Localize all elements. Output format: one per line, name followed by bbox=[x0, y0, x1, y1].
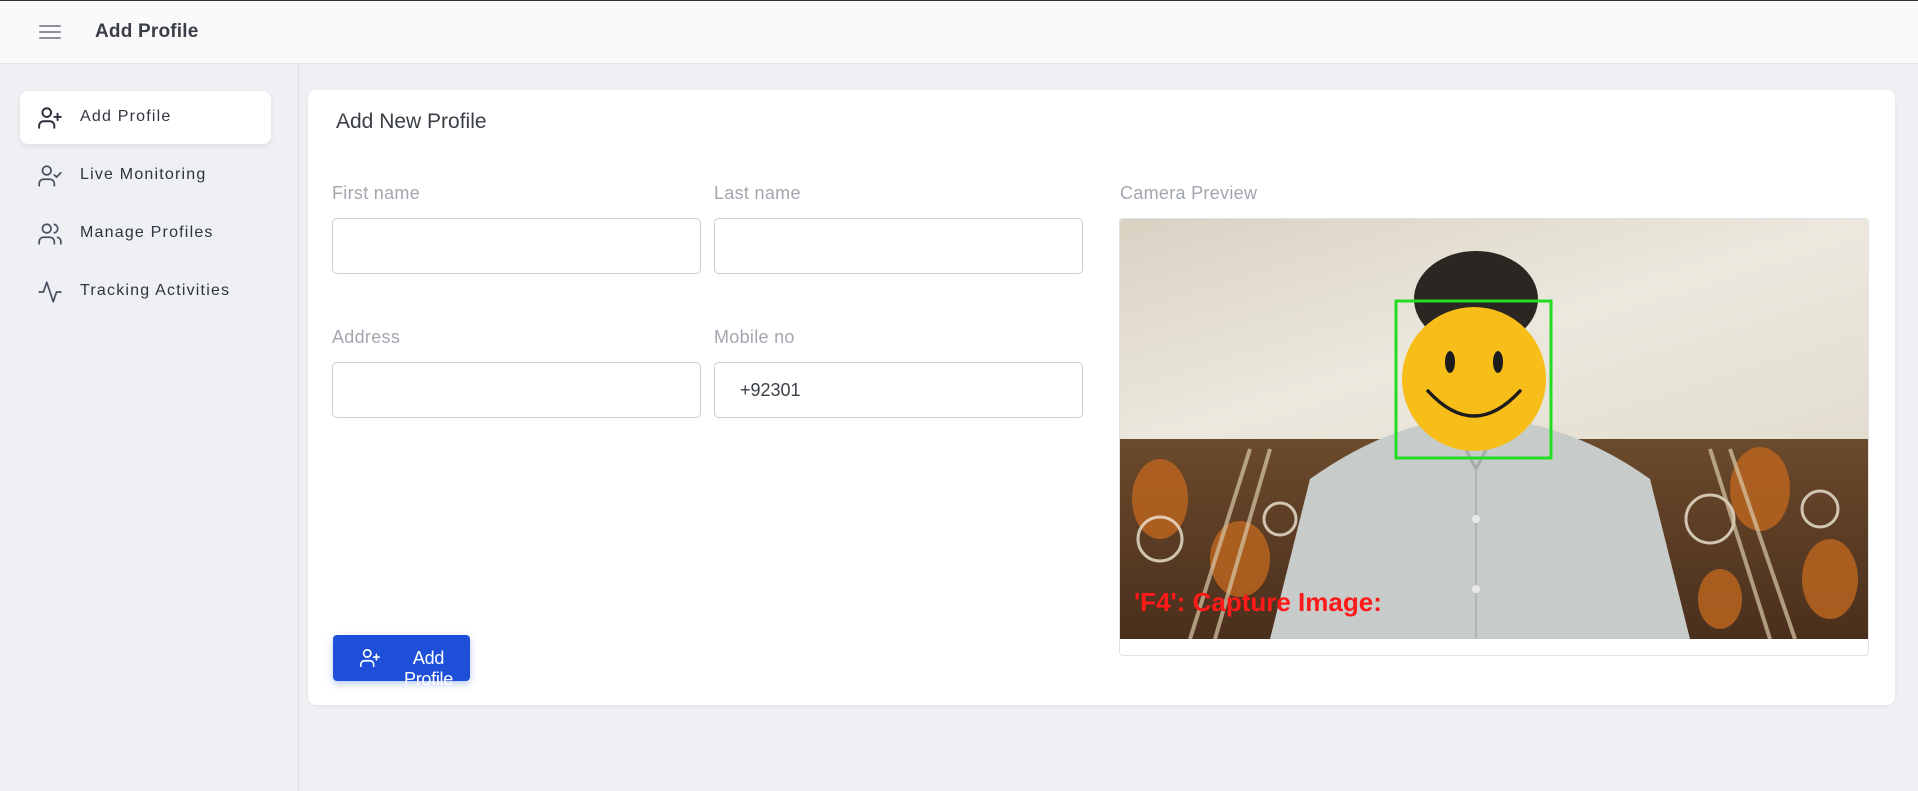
smiley-face-icon bbox=[1402, 307, 1546, 451]
sidebar-item-label: Manage Profiles bbox=[80, 224, 214, 241]
camera-feed-image: 'F4': Capture Image: bbox=[1120, 219, 1868, 639]
sidebar-item-label: Tracking Activities bbox=[80, 282, 231, 299]
top-header: Add Profile bbox=[0, 0, 1918, 64]
address-input[interactable] bbox=[332, 362, 701, 418]
last-name-label: Last name bbox=[714, 183, 801, 203]
last-name-input[interactable] bbox=[714, 218, 1083, 274]
sidebar-item-live-monitoring[interactable]: Live Monitoring bbox=[20, 149, 271, 202]
add-profile-card: Add New Profile First name Last name Add… bbox=[308, 90, 1895, 705]
first-name-input[interactable] bbox=[332, 218, 701, 274]
sidebar-item-tracking-activities[interactable]: Tracking Activities bbox=[20, 265, 271, 318]
user-check-icon bbox=[38, 165, 62, 187]
camera-preview: 'F4': Capture Image: bbox=[1119, 218, 1869, 656]
first-name-label: First name bbox=[332, 183, 421, 203]
card-title: Add New Profile bbox=[336, 110, 487, 133]
page-title: Add Profile bbox=[95, 21, 199, 42]
add-profile-button[interactable]: Add Profile bbox=[333, 635, 470, 689]
sidebar-item-add-profile[interactable]: Add Profile bbox=[20, 91, 271, 144]
user-plus-icon bbox=[360, 648, 380, 668]
sidebar: Add Profile Live Monitoring Manage Profi… bbox=[0, 65, 299, 791]
sidebar-item-manage-profiles[interactable]: Manage Profiles bbox=[20, 207, 271, 260]
mobile-label: Mobile no bbox=[714, 327, 795, 347]
user-plus-icon bbox=[38, 107, 62, 129]
address-label: Address bbox=[332, 327, 401, 347]
sidebar-item-label: Add Profile bbox=[80, 108, 172, 125]
add-profile-button-label: Add Profile bbox=[404, 648, 453, 689]
users-icon bbox=[38, 223, 62, 245]
activity-icon bbox=[38, 281, 62, 303]
sidebar-item-label: Live Monitoring bbox=[80, 166, 207, 183]
hamburger-menu-icon[interactable] bbox=[39, 24, 63, 42]
camera-preview-label: Camera Preview bbox=[1120, 183, 1258, 203]
mobile-input[interactable] bbox=[714, 362, 1083, 418]
capture-hint-text: 'F4': Capture Image: bbox=[1134, 587, 1382, 617]
